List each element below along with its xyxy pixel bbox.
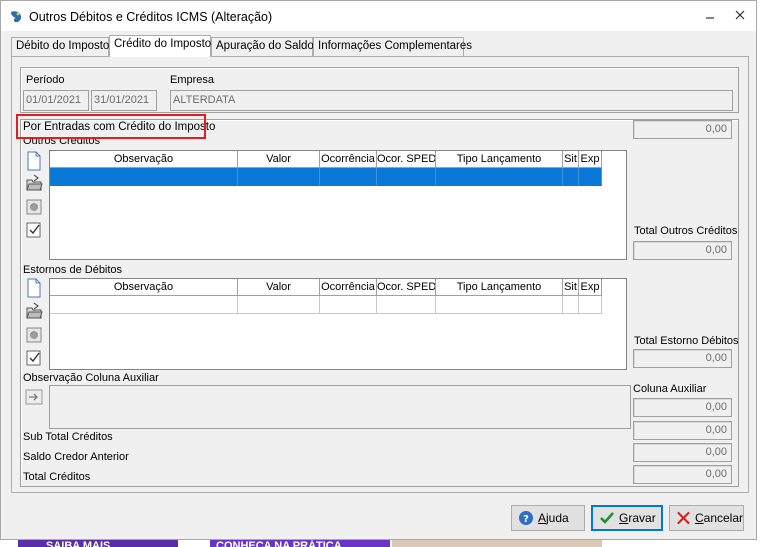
col-tipo-lancamento[interactable]: Tipo Lançamento (436, 151, 563, 168)
total-outros-creditos-field: 0,00 (633, 241, 732, 260)
window-title: Outros Débitos e Créditos ICMS (Alteraçã… (29, 10, 273, 24)
section-total-field: 0,00 (633, 120, 732, 139)
total-estorno-debitos-label: Total Estorno Débitos (634, 335, 739, 347)
periodo-inicio-field[interactable]: 01/01/2021 (23, 90, 89, 111)
new-document-icon[interactable] (25, 278, 43, 298)
cancelar-label: Cancelar (694, 511, 743, 525)
coluna-auxiliar-label: Coluna Auxiliar (633, 383, 707, 395)
banner-conheca: CONHEÇA NA PRÁTICA (216, 540, 342, 547)
banner-saiba-mais: SAIBA MAIS (46, 540, 111, 547)
estornos-debitos-grid[interactable]: Observação Valor Ocorrência Ocor. SPED T… (49, 278, 627, 370)
tab-label: Crédito do Imposto (114, 38, 212, 50)
pointing-hand-icon[interactable] (25, 387, 43, 407)
highlight-box (16, 114, 206, 139)
tab-informacoes-complementares[interactable]: Informações Complementares (313, 37, 472, 56)
total-outros-creditos-label: Total Outros Créditos (634, 225, 738, 237)
cancelar-button[interactable]: Cancelar (669, 505, 744, 531)
tab-credito-imposto[interactable]: Crédito do Imposto (109, 35, 211, 57)
coluna-auxiliar-field: 0,00 (633, 398, 732, 417)
total-estorno-debitos-field: 0,00 (633, 349, 732, 368)
col-sit[interactable]: Sit (563, 279, 579, 296)
empresa-field[interactable]: ALTERDATA (170, 90, 733, 111)
open-folder-icon[interactable] (25, 301, 43, 321)
outros-creditos-grid[interactable]: Observação Valor Ocorrência Ocor. SPED T… (49, 150, 627, 260)
open-folder-icon[interactable] (25, 173, 43, 193)
saldo-credor-anterior-field: 0,00 (633, 443, 732, 462)
grid-header: Observação Valor Ocorrência Ocor. SPED T… (50, 279, 602, 296)
close-x-icon (677, 511, 690, 525)
col-observacao[interactable]: Observação (50, 279, 238, 296)
check-icon (600, 512, 614, 524)
col-exp[interactable]: Exp (579, 279, 602, 296)
total-creditos-label: Total Créditos (23, 471, 91, 483)
sub-total-creditos-field: 0,00 (633, 421, 732, 440)
col-observacao[interactable]: Observação (50, 151, 238, 168)
minimize-icon (706, 17, 714, 19)
title-bar[interactable]: Outros Débitos e Créditos ICMS (Alteraçã… (1, 1, 756, 31)
saldo-credor-anterior-label: Saldo Credor Anterior (23, 451, 129, 463)
grid-header: Observação Valor Ocorrência Ocor. SPED T… (50, 151, 602, 168)
col-valor[interactable]: Valor (238, 151, 320, 168)
estornos-debitos-label: Estornos de Débitos (23, 264, 123, 276)
delete-record-icon[interactable] (25, 324, 43, 344)
svg-text:?: ? (523, 514, 529, 525)
tab-label: Débito do Imposto (16, 40, 110, 52)
observacao-label: Observação Coluna Auxiliar (23, 372, 159, 384)
col-ocorrencia[interactable]: Ocorrência (320, 151, 377, 168)
col-exp[interactable]: Exp (579, 151, 602, 168)
col-sit[interactable]: Sit (563, 151, 579, 168)
empresa-label: Empresa (170, 74, 215, 86)
tab-debito-imposto[interactable]: Débito do Imposto (11, 37, 109, 56)
help-icon: ? (519, 511, 533, 525)
col-ocor-sped[interactable]: Ocor. SPED (377, 279, 436, 296)
tab-apuracao-saldo[interactable]: Apuração do Saldo (211, 37, 314, 56)
table-row[interactable] (50, 296, 602, 314)
dialog-window: Outros Débitos e Créditos ICMS (Alteraçã… (0, 0, 757, 540)
gravar-button[interactable]: Gravar (591, 505, 663, 531)
app-icon (11, 11, 22, 23)
col-ocorrencia[interactable]: Ocorrência (320, 279, 377, 296)
periodo-fim-field[interactable]: 31/01/2021 (91, 90, 157, 111)
col-valor[interactable]: Valor (238, 279, 320, 296)
tab-label: Informações Complementares (318, 40, 473, 52)
minimize-button[interactable] (699, 7, 721, 25)
ajuda-button[interactable]: ? Ajuda (511, 505, 585, 531)
col-tipo-lancamento[interactable]: Tipo Lançamento (436, 279, 563, 296)
edit-record-icon[interactable] (25, 347, 43, 367)
sub-total-creditos-label: Sub Total Créditos (23, 431, 113, 443)
new-document-icon[interactable] (25, 151, 43, 171)
ajuda-label: Ajuda (538, 511, 569, 525)
table-row[interactable] (50, 168, 602, 186)
edit-record-icon[interactable] (25, 219, 43, 239)
tab-label: Apuração do Saldo (216, 40, 314, 52)
gravar-label: Gravar (619, 511, 656, 525)
total-creditos-field: 0,00 (633, 465, 732, 484)
col-ocor-sped[interactable]: Ocor. SPED (377, 151, 436, 168)
close-button[interactable] (729, 7, 751, 25)
close-icon (735, 10, 745, 20)
observacao-memo[interactable] (49, 385, 631, 429)
background-image-strip (392, 540, 602, 547)
delete-record-icon[interactable] (25, 196, 43, 216)
periodo-label: Período (26, 74, 65, 86)
